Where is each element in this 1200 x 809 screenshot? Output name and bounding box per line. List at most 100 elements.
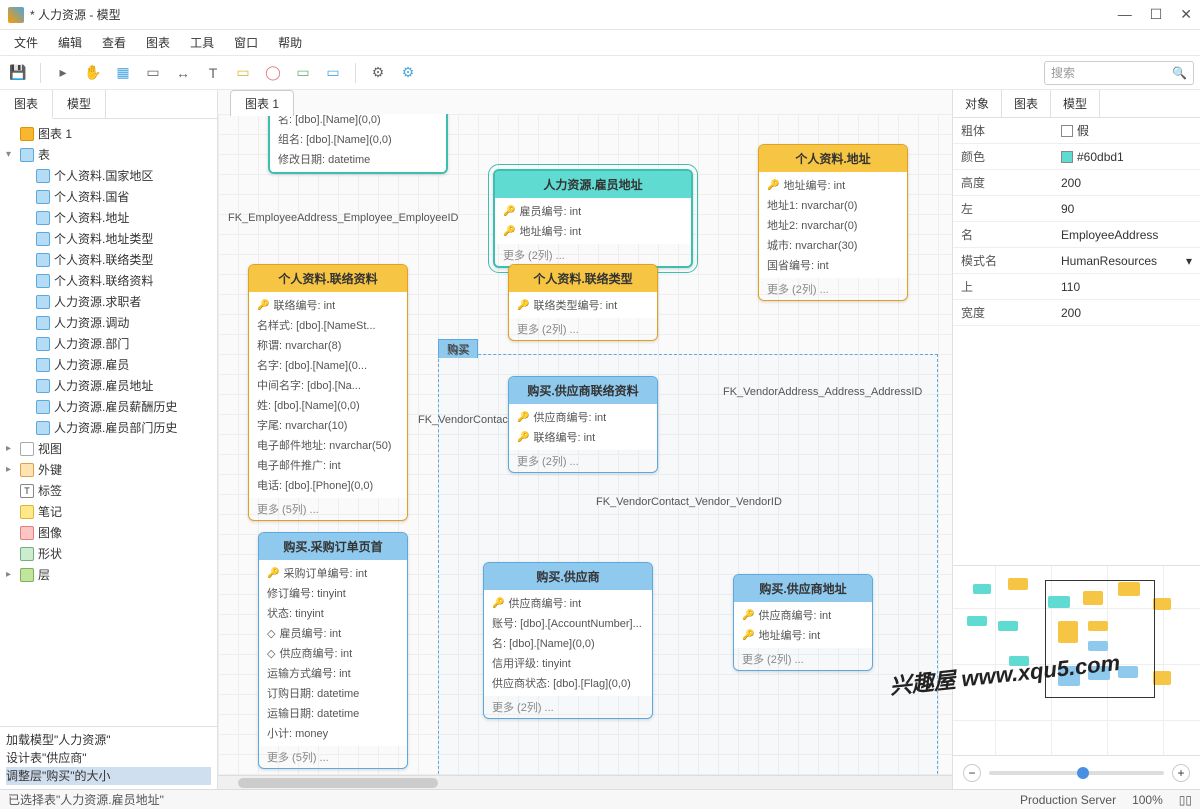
left-tab-model[interactable]: 模型 <box>53 90 106 118</box>
titlebar: * 人力资源 - 模型 — ☐ ✕ <box>0 0 1200 30</box>
canvas-area[interactable]: 图表 1 购买 购买 名: [dbo].[Name](0,0) 组名: [dbo… <box>218 90 952 789</box>
menu-edit[interactable]: 编辑 <box>50 31 90 54</box>
text-icon[interactable]: T <box>201 61 225 85</box>
auto-layout-icon[interactable]: ⚙ <box>366 61 390 85</box>
tree-table-item[interactable]: 人力资源.雇员 <box>54 356 129 373</box>
hand-icon[interactable]: ✋ <box>81 61 105 85</box>
app-icon <box>8 7 24 23</box>
horizontal-scrollbar[interactable] <box>218 775 952 789</box>
save-icon[interactable]: 💾 <box>6 61 30 85</box>
entity-employee-address[interactable]: 人力资源.雇员地址 🔑雇员编号: int 🔑地址编号: int 更多 (2列) … <box>493 169 693 268</box>
menu-view[interactable]: 查看 <box>94 31 134 54</box>
canvas-tab[interactable]: 图表 1 <box>230 90 294 116</box>
fk-label: FK_EmployeeAddress_Employee_EmployeeID <box>228 212 459 224</box>
entity-contact-info[interactable]: 个人资料.联络资料 🔑联络编号: int 名样式: [dbo].[NameSt.… <box>248 264 408 521</box>
entity-person-address[interactable]: 个人资料.地址 🔑地址编号: int 地址1: nvarchar(0) 地址2:… <box>758 144 908 301</box>
status-server: Production Server <box>1020 793 1116 807</box>
entity-partial[interactable]: 名: [dbo].[Name](0,0) 组名: [dbo].[Name](0,… <box>268 114 448 174</box>
left-panel: 图表 模型 图表 1 ▾表 个人资料.国家地区 个人资料.国省 个人资料.地址 … <box>0 90 218 789</box>
tree-table-item[interactable]: 个人资料.国家地区 <box>54 167 153 184</box>
tree-table-item[interactable]: 个人资料.国省 <box>54 188 129 205</box>
right-tab-object[interactable]: 对象 <box>953 90 1002 117</box>
maximize-button[interactable]: ☐ <box>1150 6 1163 23</box>
chevron-down-icon[interactable]: ▾ <box>1186 254 1192 268</box>
tree-table-item[interactable]: 个人资料.联络类型 <box>54 251 153 268</box>
status-selection: 已选择表"人力资源.雇员地址" <box>8 791 164 808</box>
menu-file[interactable]: 文件 <box>6 31 46 54</box>
tree-layers-group[interactable]: 层 <box>38 566 50 583</box>
object-tree[interactable]: 图表 1 ▾表 个人资料.国家地区 个人资料.国省 个人资料.地址 个人资料.地… <box>0 119 217 726</box>
log-line-active: 调整层"购买"的大小 <box>6 767 211 785</box>
tree-diagram-root[interactable]: 图表 1 <box>38 125 72 142</box>
new-table-icon[interactable]: ▦ <box>111 61 135 85</box>
zoom-slider[interactable] <box>989 771 1164 775</box>
zoom-out-button[interactable]: − <box>963 764 981 782</box>
fk-label: FK_VendorContact <box>418 414 511 426</box>
relation-icon[interactable]: ↔ <box>171 61 195 85</box>
layer-icon[interactable]: ▭ <box>321 61 345 85</box>
zoom-bar: − + <box>953 755 1200 789</box>
log-line: 加载模型"人力资源" <box>6 731 211 749</box>
tree-table-item[interactable]: 个人资料.地址类型 <box>54 230 153 247</box>
zoom-in-button[interactable]: + <box>1172 764 1190 782</box>
fk-label: FK_VendorContact_Vendor_VendorID <box>596 496 782 508</box>
key-icon: 🔑 <box>503 226 515 237</box>
key-icon: 🔑 <box>517 300 529 311</box>
toolbar: 💾 ▸ ✋ ▦ ▭ ↔ T ▭ ◯ ▭ ▭ ⚙ ⚙ 搜索 🔍 <box>0 56 1200 90</box>
entity-vendor[interactable]: 购买.供应商 🔑供应商编号: int 账号: [dbo].[AccountNum… <box>483 562 653 719</box>
layout-toggle-icon[interactable]: ▯▯ <box>1179 793 1192 807</box>
tree-notes-group[interactable]: 笔记 <box>38 503 62 520</box>
left-tab-diagram[interactable]: 图表 <box>0 90 53 119</box>
key-icon: 🔑 <box>267 568 279 579</box>
checkbox-icon[interactable] <box>1061 125 1073 137</box>
search-placeholder: 搜索 <box>1051 64 1172 81</box>
window-title: * 人力资源 - 模型 <box>30 6 1118 23</box>
key-icon: 🔑 <box>517 432 529 443</box>
settings-icon[interactable]: ⚙ <box>396 61 420 85</box>
tree-fk-group[interactable]: 外键 <box>38 461 62 478</box>
key-icon: 🔑 <box>742 630 754 641</box>
right-tab-diagram[interactable]: 图表 <box>1002 90 1051 117</box>
status-zoom: 100% <box>1132 793 1163 807</box>
search-icon: 🔍 <box>1172 66 1187 80</box>
menu-tools[interactable]: 工具 <box>182 31 222 54</box>
tree-table-item[interactable]: 人力资源.求职者 <box>54 293 141 310</box>
key-icon: 🔑 <box>257 300 269 311</box>
tree-table-item[interactable]: 人力资源.雇员部门历史 <box>54 419 177 436</box>
key-icon: 🔑 <box>517 412 529 423</box>
tree-table-item[interactable]: 人力资源.雇员地址 <box>54 377 153 394</box>
tree-table-item[interactable]: 人力资源.雇员薪酬历史 <box>54 398 177 415</box>
entity-po-header[interactable]: 购买.采购订单页首 🔑采购订单编号: int 修订编号: tinyint 状态:… <box>258 532 408 769</box>
menubar: 文件 编辑 查看 图表 工具 窗口 帮助 <box>0 30 1200 56</box>
shape-icon[interactable]: ◯ <box>261 61 285 85</box>
menu-help[interactable]: 帮助 <box>270 31 310 54</box>
entity-vendor-contact[interactable]: 购买.供应商联络资料 🔑供应商编号: int 🔑联络编号: int 更多 (2列… <box>508 376 658 473</box>
minimize-button[interactable]: — <box>1118 6 1132 23</box>
tree-table-item[interactable]: 个人资料.联络资料 <box>54 272 153 289</box>
entity-vendor-address[interactable]: 购买.供应商地址 🔑供应商编号: int 🔑地址编号: int 更多 (2列) … <box>733 574 873 671</box>
tree-table-item[interactable]: 个人资料.地址 <box>54 209 129 226</box>
search-input[interactable]: 搜索 🔍 <box>1044 61 1194 85</box>
tree-labels-group[interactable]: 标签 <box>38 482 62 499</box>
diagram-canvas[interactable]: 购买 购买 名: [dbo].[Name](0,0) 组名: [dbo].[Na… <box>218 114 952 775</box>
note-icon[interactable]: ▭ <box>231 61 255 85</box>
tree-images-group[interactable]: 图像 <box>38 524 62 541</box>
color-swatch[interactable] <box>1061 151 1073 163</box>
right-tab-model[interactable]: 模型 <box>1051 90 1100 117</box>
statusbar: 已选择表"人力资源.雇员地址" Production Server 100% ▯… <box>0 789 1200 809</box>
minimap[interactable] <box>953 565 1200 755</box>
tree-shapes-group[interactable]: 形状 <box>38 545 62 562</box>
entity-contact-type[interactable]: 个人资料.联络类型 🔑联络类型编号: int 更多 (2列) ... <box>508 264 658 341</box>
pointer-icon[interactable]: ▸ <box>51 61 75 85</box>
tree-tables-group[interactable]: 表 <box>38 146 50 163</box>
fk-label: FK_VendorAddress_Address_AddressID <box>723 386 922 398</box>
tree-table-item[interactable]: 人力资源.部门 <box>54 335 129 352</box>
new-view-icon[interactable]: ▭ <box>141 61 165 85</box>
menu-diagram[interactable]: 图表 <box>138 31 178 54</box>
tree-table-item[interactable]: 人力资源.调动 <box>54 314 129 331</box>
menu-window[interactable]: 窗口 <box>226 31 266 54</box>
key-icon: 🔑 <box>742 610 754 621</box>
close-button[interactable]: ✕ <box>1180 6 1192 23</box>
image-icon[interactable]: ▭ <box>291 61 315 85</box>
tree-views-group[interactable]: 视图 <box>38 440 62 457</box>
